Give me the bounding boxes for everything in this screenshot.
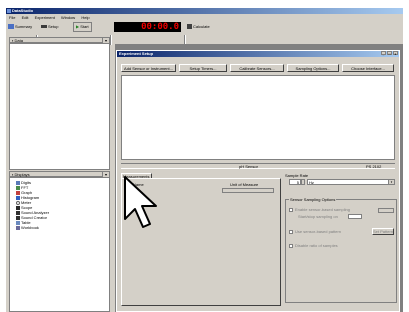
start-stop-field[interactable] [348, 214, 362, 219]
calculator-icon [187, 24, 192, 30]
unit-dropdown[interactable] [222, 188, 274, 193]
setup-timers-button[interactable]: Setup Timers... [179, 64, 227, 72]
choose-interface-button[interactable]: Choose Interface... [342, 64, 394, 72]
mouse-cursor-icon [124, 176, 157, 228]
calibrate-sensors-button[interactable]: Calibrate Sensors... [230, 64, 284, 72]
start-label: Start [80, 24, 89, 29]
sample-rate-stepper[interactable] [301, 179, 305, 185]
window-controls: _ □ x [380, 51, 398, 56]
sensor-pattern-label: Use sensor-based pattern [295, 229, 342, 234]
app-title: DataStudio [12, 8, 34, 13]
experiment-setup-title-bar[interactable]: Experiment Setup _ □ x [117, 51, 399, 57]
close-icon[interactable]: x [393, 51, 398, 56]
enable-sensor-sampling-checkbox[interactable] [289, 208, 293, 212]
sensor-info-bar: pH Sensor PS 2102 [121, 163, 395, 169]
set-pattern-button[interactable]: Set Pattern [372, 228, 394, 235]
experiment-setup-title: Experiment Setup [119, 51, 154, 56]
toolbar: Summary Setup ▶ Start Calculate [6, 21, 403, 45]
sample-rate-field[interactable]: 5 [289, 179, 301, 185]
sensor-sampling-label: Sensor Sampling Options [289, 197, 337, 202]
menu-bar: File Edit Experiment Window Help [6, 14, 403, 21]
sample-rate-label: Sample Rate [285, 173, 309, 178]
menu-experiment[interactable]: Experiment [35, 15, 55, 20]
display-item-workbook[interactable]: Workbook [16, 225, 39, 230]
app-icon [7, 9, 11, 13]
disable-ratio-checkbox[interactable] [289, 244, 293, 248]
sensor-list-area[interactable] [121, 75, 395, 160]
sampling-sensor-select[interactable] [378, 208, 394, 213]
unit-column-header: Unit of Measure [230, 182, 259, 187]
setup-icon [41, 25, 47, 29]
summary-button[interactable]: Summary [8, 22, 32, 31]
toolbar-separator [110, 35, 112, 45]
setup-label: Setup [48, 24, 59, 29]
sample-rate-unit-value: Hz [309, 180, 314, 185]
calculate-label: Calculate [193, 24, 210, 29]
displays-list: Digits FFT Graph Histogram Meter Scope S… [9, 177, 110, 312]
timer-display: 00:00.0 [114, 22, 181, 32]
sensor-name-label: pH Sensor [239, 164, 258, 169]
sampling-options-button[interactable]: Sampling Options... [287, 64, 339, 72]
disable-ratio-label: Disable ratio of samples [295, 243, 338, 248]
chevron-down-icon[interactable]: ▾ [388, 180, 394, 184]
add-sensor-button[interactable]: Add Sensor or Instrument... [121, 64, 176, 72]
workbook-icon [16, 225, 20, 230]
calculate-button[interactable]: Calculate [187, 22, 210, 31]
minimize-icon[interactable]: _ [381, 51, 386, 56]
start-stop-label: Start/stop sampling on [298, 214, 338, 219]
summary-label: Summary [15, 24, 33, 29]
app-window: DataStudio File Edit Experiment Window H… [6, 8, 403, 312]
maximize-icon[interactable]: □ [387, 51, 392, 56]
menu-help[interactable]: Help [81, 15, 89, 20]
sensor-sampling-group: Sensor Sampling Options Enable sensor-ba… [285, 197, 397, 303]
start-button[interactable]: ▶ Start [73, 22, 92, 32]
sample-rate-unit-select[interactable]: Hz ▾ [307, 179, 395, 185]
setup-button[interactable]: Setup [41, 22, 58, 31]
menu-edit[interactable]: Edit [22, 15, 29, 20]
sensor-pattern-checkbox[interactable] [289, 230, 293, 234]
menu-window[interactable]: Window [61, 15, 75, 20]
summary-icon [8, 24, 14, 30]
display-item-label: Workbook [21, 225, 39, 230]
data-list[interactable] [9, 43, 110, 170]
enable-sensor-sampling-label: Enable sensor-based sampling [295, 207, 350, 212]
play-icon: ▶ [76, 24, 80, 29]
interface-name-label: PS 2102 [366, 164, 382, 169]
menu-file[interactable]: File [9, 15, 15, 20]
